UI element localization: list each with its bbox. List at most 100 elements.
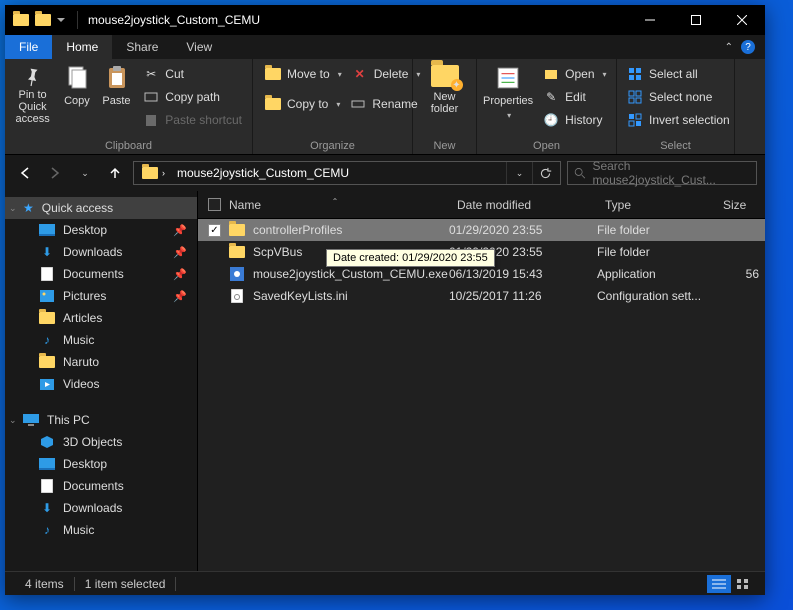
refresh-button[interactable] <box>532 162 558 184</box>
icons-view-button[interactable] <box>731 575 755 593</box>
sidebar-item-3d-objects[interactable]: 3D Objects <box>5 431 197 453</box>
address-dropdown[interactable]: ⌄ <box>506 162 532 184</box>
sidebar-item-music[interactable]: ♪Music <box>5 329 197 351</box>
status-selected-count: 1 item selected <box>75 577 177 591</box>
downloads-icon: ⬇ <box>39 244 55 260</box>
back-button[interactable] <box>13 161 37 185</box>
breadcrumb-root[interactable]: › <box>136 162 171 184</box>
sidebar-item-quick-access[interactable]: ⌄★Quick access <box>5 197 197 219</box>
separator <box>77 11 78 29</box>
folder-icon[interactable] <box>35 14 51 26</box>
copy-to-button[interactable]: Copy to▾ <box>263 93 342 115</box>
select-all-checkbox[interactable] <box>208 198 221 211</box>
maximize-button[interactable] <box>673 5 719 35</box>
paste-button[interactable]: Paste <box>98 61 136 111</box>
open-button[interactable]: Open▾ <box>541 63 608 85</box>
pin-icon: 📌 <box>173 246 187 259</box>
help-icon[interactable]: ? <box>741 40 755 54</box>
sidebar-item-music-pc[interactable]: ♪Music <box>5 519 197 541</box>
group-label-clipboard: Clipboard <box>9 138 248 154</box>
column-header-name[interactable]: Name⌃ <box>221 198 449 212</box>
file-list-pane: Name⌃ Date modified Type Size controller… <box>198 191 765 571</box>
sidebar-item-desktop-pc[interactable]: Desktop <box>5 453 197 475</box>
address-row: ⌄ › mouse2joystick_Custom_CEMU ⌄ Search … <box>5 155 765 191</box>
history-button[interactable]: 🕘History <box>541 109 608 131</box>
tab-home[interactable]: Home <box>52 35 112 59</box>
minimize-button[interactable] <box>627 5 673 35</box>
sidebar-item-downloads-pc[interactable]: ⬇Downloads <box>5 497 197 519</box>
folder-icon <box>229 224 245 236</box>
sidebar-item-this-pc[interactable]: ⌄This PC <box>5 409 197 431</box>
chevron-down-icon: ▾ <box>603 70 607 79</box>
column-header-type[interactable]: Type <box>597 198 715 212</box>
properties-button[interactable]: Properties ▾ <box>481 61 535 124</box>
select-all-button[interactable]: Select all <box>625 63 732 85</box>
select-none-button[interactable]: Select none <box>625 86 732 108</box>
file-date: 06/13/2019 15:43 <box>449 267 597 281</box>
tab-file[interactable]: File <box>5 35 52 59</box>
copy-path-button[interactable]: Copy path <box>141 86 244 108</box>
move-to-button[interactable]: Move to▾ <box>263 63 344 85</box>
search-input[interactable]: Search mouse2joystick_Cust... <box>567 161 757 185</box>
up-button[interactable] <box>103 161 127 185</box>
row-checkbox[interactable] <box>208 224 221 237</box>
select-none-icon <box>627 89 643 105</box>
qat-dropdown-icon[interactable] <box>57 18 65 22</box>
pictures-icon <box>39 288 55 304</box>
details-view-button[interactable] <box>707 575 731 593</box>
sidebar-item-articles[interactable]: Articles <box>5 307 197 329</box>
invert-selection-button[interactable]: Invert selection <box>625 109 732 131</box>
edit-button[interactable]: ✎Edit <box>541 86 608 108</box>
explorer-window: mouse2joystick_Custom_CEMU File Home Sha… <box>5 5 765 595</box>
status-item-count: 4 items <box>15 577 75 591</box>
edit-icon: ✎ <box>543 89 559 105</box>
sidebar-item-documents[interactable]: Documents📌 <box>5 263 197 285</box>
music-icon: ♪ <box>39 332 55 348</box>
sidebar-item-naruto[interactable]: Naruto <box>5 351 197 373</box>
column-header-size[interactable]: Size <box>715 198 765 212</box>
sidebar-item-videos[interactable]: Videos <box>5 373 197 395</box>
rename-button[interactable]: Rename <box>348 93 419 115</box>
column-headers: Name⌃ Date modified Type Size <box>198 191 765 219</box>
music-icon: ♪ <box>39 522 55 538</box>
address-bar[interactable]: › mouse2joystick_Custom_CEMU ⌄ <box>133 161 561 185</box>
file-date: 10/25/2017 11:26 <box>449 289 597 303</box>
ribbon: Pin to Quick access Copy Paste ✂Cut Copy… <box>5 59 765 155</box>
delete-button[interactable]: ✕Delete▾ <box>350 63 423 85</box>
paste-label: Paste <box>102 95 130 107</box>
folder-icon <box>39 312 55 324</box>
status-bar: 4 items 1 item selected <box>5 571 765 595</box>
breadcrumb-segment[interactable]: mouse2joystick_Custom_CEMU <box>171 162 355 184</box>
group-label-select: Select <box>621 138 730 154</box>
close-button[interactable] <box>719 5 765 35</box>
table-row[interactable]: controllerProfiles01/29/2020 23:55File f… <box>198 219 765 241</box>
navigation-pane[interactable]: ⌄★Quick access Desktop📌 ⬇Downloads📌 Docu… <box>5 191 198 571</box>
sidebar-item-pictures[interactable]: Pictures📌 <box>5 285 197 307</box>
objects3d-icon <box>39 434 55 450</box>
new-folder-button[interactable]: ✦ New folder <box>417 61 472 119</box>
ribbon-collapse-icon[interactable]: ⌃ <box>725 42 733 53</box>
sidebar-item-downloads[interactable]: ⬇Downloads📌 <box>5 241 197 263</box>
recent-dropdown[interactable]: ⌄ <box>73 161 97 185</box>
pin-icon: 📌 <box>173 290 187 303</box>
tab-share[interactable]: Share <box>112 35 172 59</box>
table-row[interactable]: SavedKeyLists.ini10/25/2017 11:26Configu… <box>198 285 765 307</box>
sidebar-item-desktop[interactable]: Desktop📌 <box>5 219 197 241</box>
pin-to-quick-access-button[interactable]: Pin to Quick access <box>9 61 56 129</box>
column-header-date[interactable]: Date modified <box>449 198 597 212</box>
videos-icon <box>39 376 55 392</box>
sidebar-item-documents-pc[interactable]: Documents <box>5 475 197 497</box>
copy-button[interactable]: Copy <box>58 61 96 111</box>
tab-view[interactable]: View <box>172 35 226 59</box>
cut-button[interactable]: ✂Cut <box>141 63 244 85</box>
group-label-open: Open <box>481 138 612 154</box>
chevron-down-icon: ⌄ <box>9 415 17 426</box>
paste-shortcut-button[interactable]: Paste shortcut <box>141 109 244 131</box>
file-name: SavedKeyLists.ini <box>253 289 348 303</box>
documents-icon <box>39 478 55 494</box>
forward-button[interactable] <box>43 161 67 185</box>
paste-shortcut-icon <box>143 112 159 128</box>
folder-icon[interactable] <box>13 14 29 26</box>
delete-icon: ✕ <box>352 66 368 82</box>
qat <box>5 14 73 26</box>
